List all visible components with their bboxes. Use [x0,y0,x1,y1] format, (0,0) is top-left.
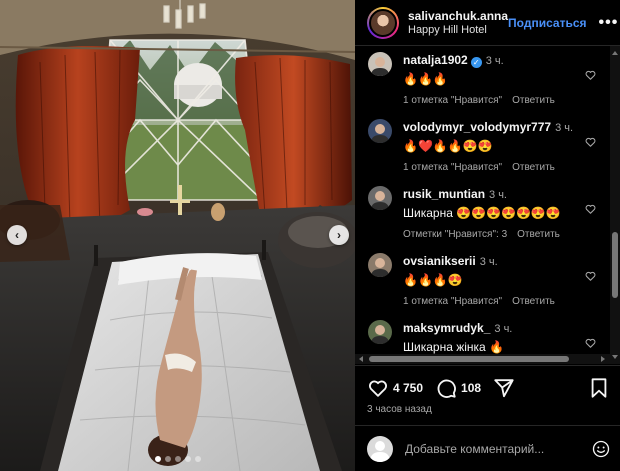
comment-likes-count[interactable]: Отметки "Нравится": 3 [403,229,507,240]
post-sidebar: salivanchuk.anna Happy Hill Hotel Подпис… [355,0,620,471]
comment-time[interactable]: 3 ч. [480,256,498,268]
more-options-icon[interactable]: ••• [599,14,619,32]
post-photo-illustration [0,0,355,471]
like-count[interactable]: 4 750 [393,381,423,395]
carousel-dots [0,456,355,462]
like-heart-icon[interactable] [367,377,389,399]
scroll-down-arrow-icon[interactable] [612,355,618,359]
comment-like-heart-icon[interactable] [584,202,597,214]
scroll-thumb[interactable] [612,232,618,298]
verified-badge-icon: ✓ [470,57,482,68]
comment-like-heart-icon[interactable] [584,135,597,147]
comment-item: ovsianikserii 3 ч. 🔥🔥🔥😍 1 отметка "Нравится… [355,251,611,317]
reply-button[interactable]: Ответить [512,95,555,106]
user-silhouette-icon [370,440,390,462]
author-username[interactable]: salivanchuk.anna [408,9,508,23]
scroll-thumb[interactable] [369,356,569,362]
save-bookmark-icon[interactable] [588,377,610,399]
reply-button[interactable]: Ответить [517,229,560,240]
comment-text: Шикарна 😍😍😍😍😍😍😍 [403,206,561,220]
follow-button[interactable]: Подписаться [508,16,586,30]
post-timestamp[interactable]: 3 часов назад [367,404,432,415]
comment-bubble-icon[interactable] [435,377,457,399]
reply-button[interactable]: Ответить [512,296,555,307]
comment-item: natalja1902 ✓ 3 ч. 🔥🔥🔥 1 отметка "Нравится" О… [355,50,611,116]
commenter-username[interactable]: maksymrudyk_ [403,321,490,335]
carousel-prev-button[interactable]: ‹ [7,225,27,245]
carousel-dot[interactable] [184,456,191,462]
emoji-smiley-icon[interactable] [592,440,610,458]
commenter-username[interactable]: volodymyr_volodymyr777 [403,120,551,134]
carousel-dot[interactable] [164,456,171,462]
reply-button[interactable]: Ответить [512,162,555,173]
comment-text: Шикарна жінка 🔥 [403,340,504,354]
comment-text: 🔥🔥🔥 [403,72,448,86]
commenter-avatar[interactable] [368,253,392,277]
carousel-dot[interactable] [174,456,181,462]
comments-horizontal-scrollbar[interactable] [355,354,610,364]
share-send-icon[interactable] [493,377,515,399]
carousel-next-button[interactable]: › [329,225,349,245]
comment-likes-count[interactable]: 1 отметка "Нравится" [403,296,502,307]
comment-time[interactable]: 3 ч. [494,323,512,335]
comment-time[interactable]: 3 ч. [555,122,573,134]
add-comment-bar [355,425,620,471]
author-avatar[interactable] [367,6,399,39]
comment-like-heart-icon[interactable] [584,68,597,80]
comment-like-heart-icon[interactable] [584,269,597,281]
commenter-avatar[interactable] [368,52,392,76]
current-user-avatar [367,435,393,462]
comments-vertical-scrollbar[interactable] [610,46,620,364]
comment-input[interactable] [405,441,592,456]
commenter-avatar[interactable] [368,119,392,143]
comment-text: 🔥❤️🔥🔥😍😍 [403,139,493,153]
scroll-up-arrow-icon[interactable] [612,51,618,55]
commenter-username[interactable]: ovsianikserii [403,254,476,268]
commenter-username[interactable]: rusik_muntian [403,187,485,201]
commenter-avatar[interactable] [368,186,392,210]
author-info: salivanchuk.anna Happy Hill Hotel [408,9,508,37]
comment-likes-count[interactable]: 1 отметка "Нравится" [403,162,502,173]
post-header: salivanchuk.anna Happy Hill Hotel Подпис… [355,0,620,46]
comment-likes-count[interactable]: 1 отметка "Нравится" [403,95,502,106]
scroll-left-arrow-icon[interactable] [359,356,363,362]
comment-like-heart-icon[interactable] [584,336,597,348]
commenter-avatar[interactable] [368,320,392,344]
carousel-dot[interactable] [194,456,201,462]
commenter-username[interactable]: natalja1902 [403,53,468,67]
comment-item: volodymyr_volodymyr777 3 ч. 🔥❤️🔥🔥😍😍 1 отмет… [355,117,611,183]
post-location[interactable]: Happy Hill Hotel [408,23,508,37]
post-photo[interactable]: ‹ › [0,0,355,471]
comment-item: rusik_muntian 3 ч. Шикарна 😍😍😍😍😍😍😍 Отметки … [355,184,611,250]
scroll-right-arrow-icon[interactable] [601,356,605,362]
post-actions: 4 750 108 3 часов назад [355,365,620,425]
comments-list[interactable]: natalja1902 ✓ 3 ч. 🔥🔥🔥 1 отметка "Нравится" О… [355,46,620,364]
carousel-dot[interactable] [154,456,161,462]
comment-time[interactable]: 3 ч. [489,189,507,201]
comment-text: 🔥🔥🔥😍 [403,273,463,287]
comment-time[interactable]: 3 ч. [486,55,504,67]
comment-count[interactable]: 108 [461,381,481,395]
